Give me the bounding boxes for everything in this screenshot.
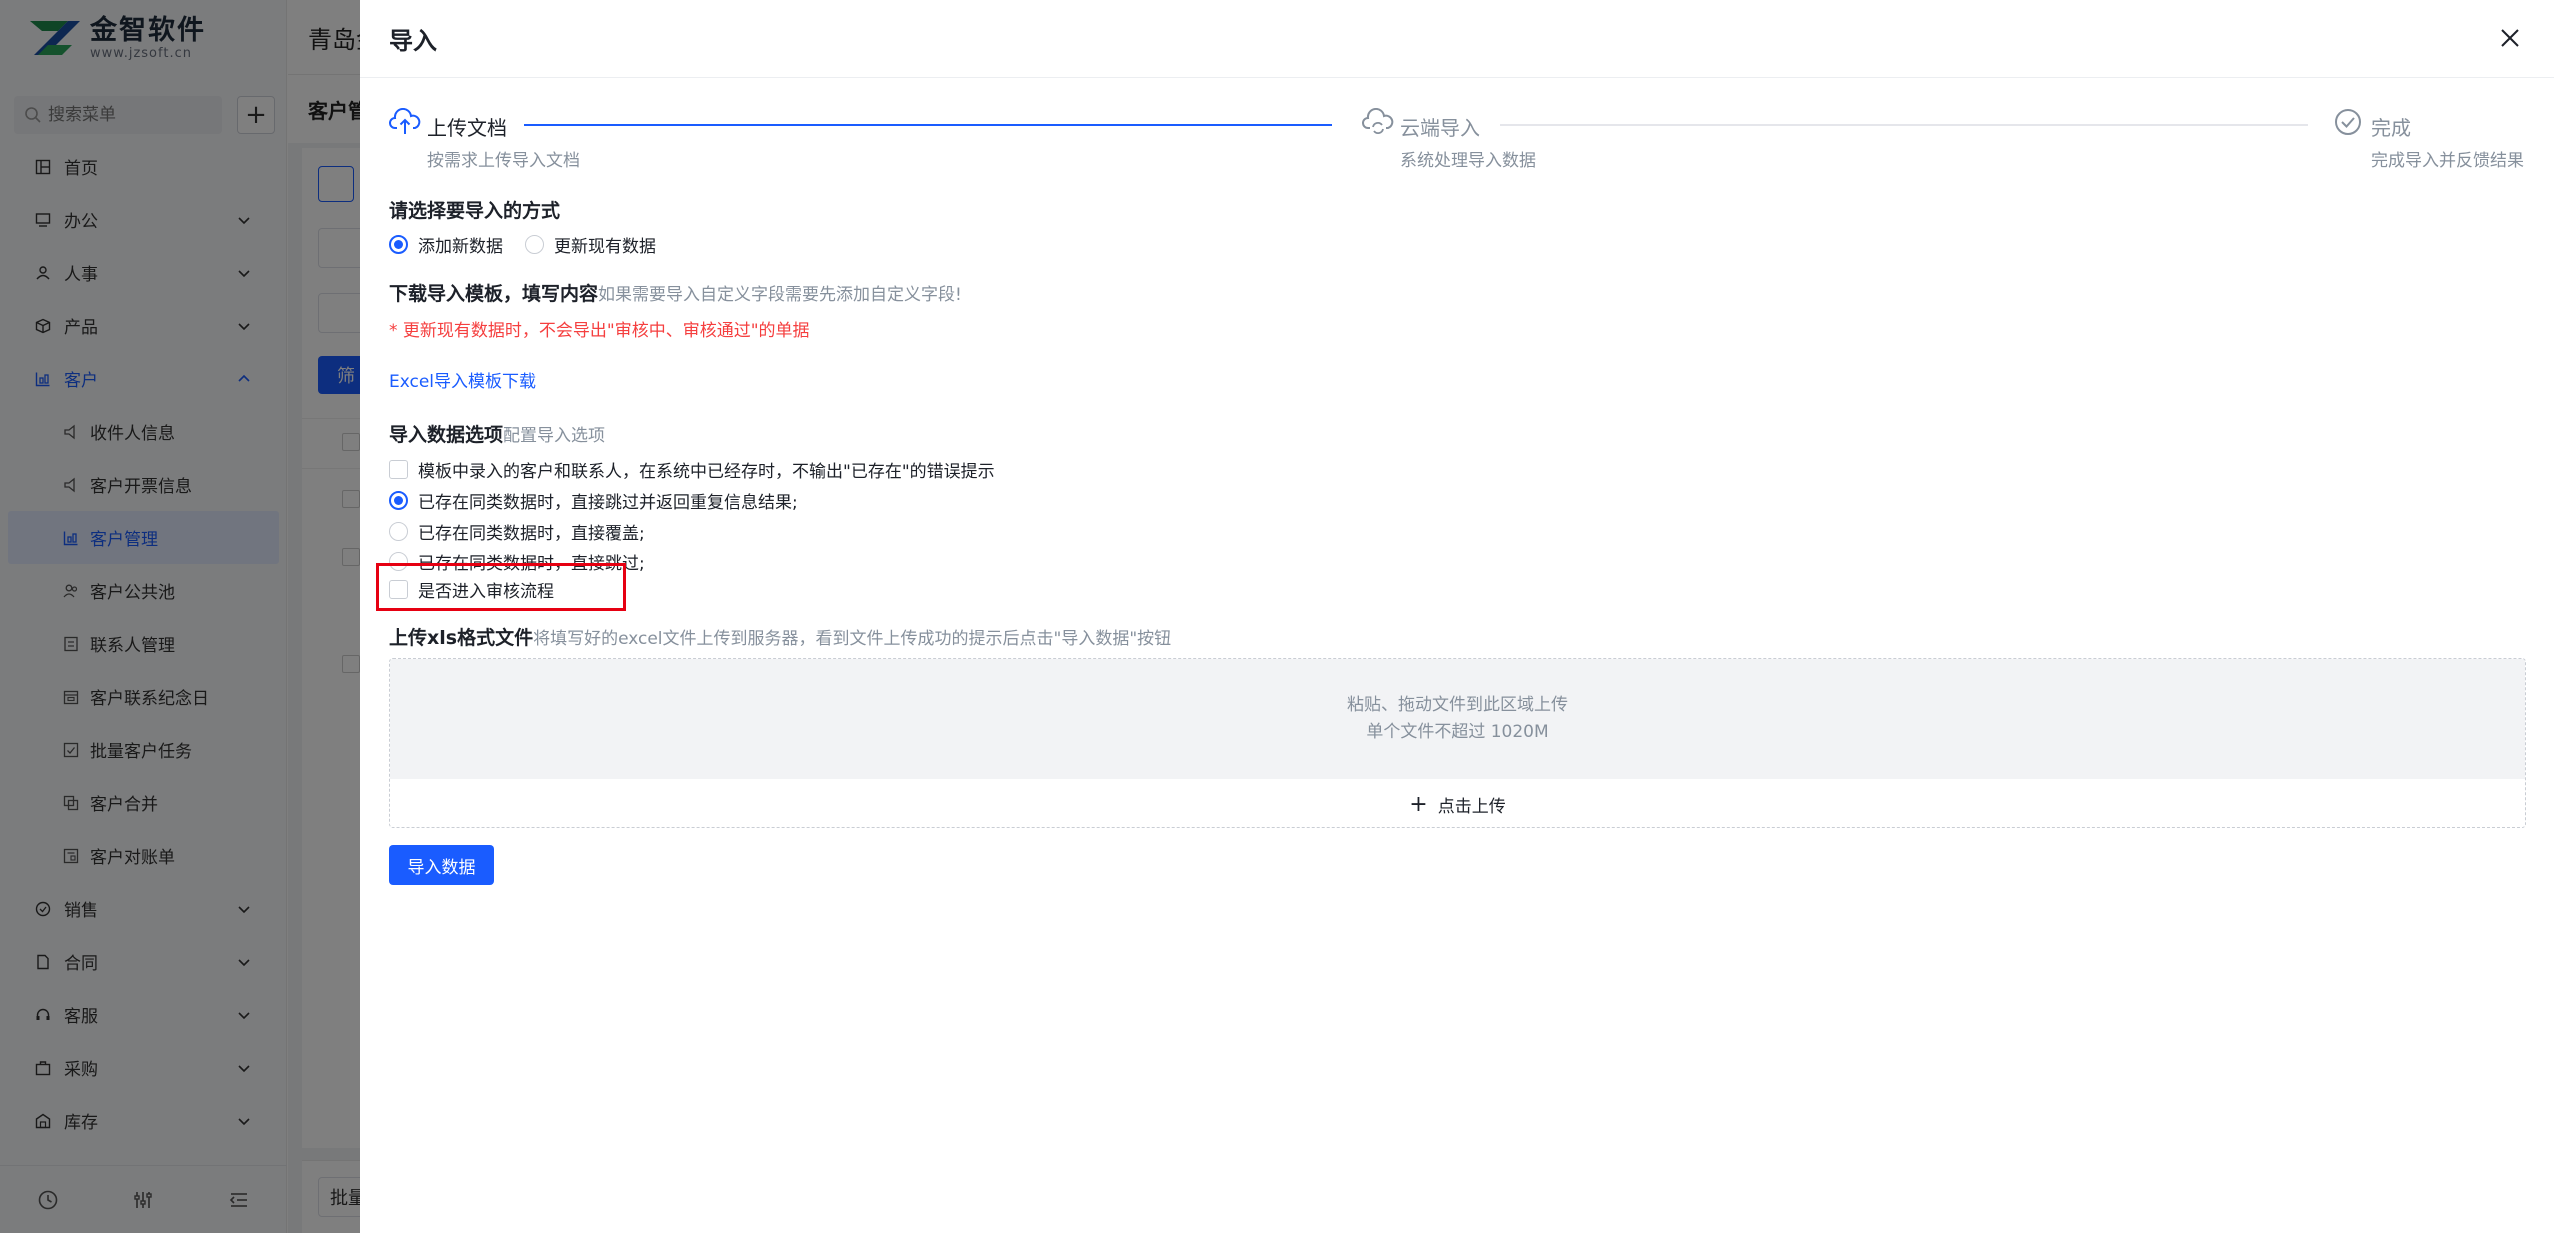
option-row: 模板中录入的客户和联系人，在系统中已经存时，不输出"已存在"的错误提示 <box>389 457 995 482</box>
checkbox-label: 模板中录入的客户和联系人，在系统中已经存时，不输出"已存在"的错误提示 <box>418 462 995 482</box>
upload-size-limit: 单个文件不超过 1020M <box>1366 722 1549 742</box>
annotation-highlight-box <box>376 563 626 611</box>
import-steps: 上传文档 按需求上传导入文档 云端导入 系统处理导入数据 完成 完成导入并反馈结… <box>389 106 2529 176</box>
upload-drop-area[interactable]: 粘贴、拖动文件到此区域上传 单个文件不超过 1020M <box>390 659 2525 779</box>
close-button[interactable] <box>2496 24 2524 52</box>
upload-section-title: 上传xls格式文件将填写好的excel文件上传到服务器，看到文件上传成功的提示后… <box>389 623 1171 650</box>
plus-icon: + <box>1409 791 1428 817</box>
upload-hint: 将填写好的excel文件上传到服务器，看到文件上传成功的提示后点击"导入数据"按… <box>533 629 1172 649</box>
import-data-button[interactable]: 导入数据 <box>389 845 494 885</box>
options-section-title: 导入数据选项配置导入选项 <box>389 420 605 447</box>
radio-overwrite[interactable] <box>389 522 408 541</box>
option-row: 已存在同类数据时，直接跳过并返回重复信息结果; <box>389 488 798 513</box>
update-warning: * 更新现有数据时，不会导出"审核中、审核通过"的单据 <box>389 321 810 341</box>
step-title: 上传文档 <box>427 116 507 140</box>
step-desc: 按需求上传导入文档 <box>427 151 580 171</box>
upload-button-label: 点击上传 <box>1437 796 1506 817</box>
radio-update-existing[interactable] <box>525 235 544 254</box>
upload-title: 上传xls格式文件 <box>389 627 534 649</box>
options-title: 导入数据选项 <box>389 424 504 446</box>
method-options: 添加新数据 更新现有数据 <box>389 232 656 257</box>
option-row: 已存在同类数据时，直接覆盖; <box>389 519 645 544</box>
method-section-title: 请选择要导入的方式 <box>389 200 561 222</box>
step-desc: 完成导入并反馈结果 <box>2371 151 2524 171</box>
import-drawer: 导入 上传文档 按需求上传导入文档 云端导入 系统处理导入数据 完成 完成导入并… <box>360 0 2554 1233</box>
template-title: 下载导入模板，填写内容 <box>389 283 599 305</box>
drawer-title: 导入 <box>389 27 437 55</box>
step-connector <box>1500 124 2308 126</box>
check-circle-icon <box>2335 109 2361 135</box>
upload-drop-text: 粘贴、拖动文件到此区域上传 <box>1347 695 1568 715</box>
radio-add-new[interactable] <box>389 235 408 254</box>
cloud-upload-icon <box>389 108 421 134</box>
radio-label: 已存在同类数据时，直接跳过并返回重复信息结果; <box>418 493 798 513</box>
close-icon <box>2501 29 2519 47</box>
options-hint: 配置导入选项 <box>503 426 606 446</box>
radio-label: 更新现有数据 <box>554 237 656 257</box>
template-download-link[interactable]: Excel导入模板下载 <box>389 367 536 392</box>
step-title: 云端导入 <box>1400 116 1480 140</box>
radio-label: 已存在同类数据时，直接覆盖; <box>418 524 645 544</box>
radio-label: 添加新数据 <box>418 237 503 257</box>
checkbox-suppress-exists-error[interactable] <box>389 460 408 479</box>
step-desc: 系统处理导入数据 <box>1400 151 1536 171</box>
template-section-title: 下载导入模板，填写内容如果需要导入自定义字段需要先添加自定义字段! <box>389 279 962 306</box>
drawer-header: 导入 <box>360 0 2554 78</box>
cloud-sync-icon <box>1362 108 1394 134</box>
upload-dropzone[interactable]: 粘贴、拖动文件到此区域上传 单个文件不超过 1020M + 点击上传 <box>389 658 2526 828</box>
step-connector-active <box>524 124 1332 126</box>
template-hint: 如果需要导入自定义字段需要先添加自定义字段! <box>598 285 962 305</box>
radio-skip-return-duplicates[interactable] <box>389 491 408 510</box>
step-title: 完成 <box>2371 116 2411 140</box>
click-upload-button[interactable]: + 点击上传 <box>390 779 2525 827</box>
